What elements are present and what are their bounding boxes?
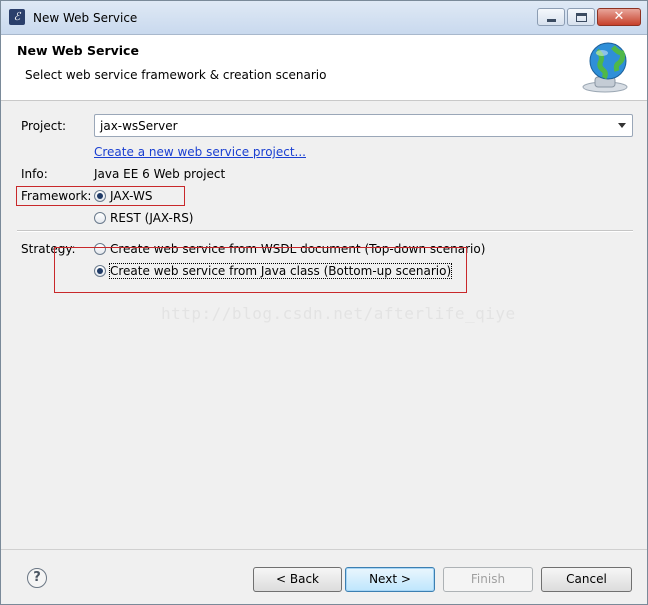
minimize-button[interactable] bbox=[537, 8, 565, 26]
wizard-banner: New Web Service Select web service frame… bbox=[1, 35, 647, 101]
new-web-service-dialog: ℰ New Web Service ✕ New Web Service Sele… bbox=[0, 0, 648, 605]
maximize-button[interactable] bbox=[567, 8, 595, 26]
title-bar[interactable]: ℰ New Web Service ✕ bbox=[1, 1, 647, 35]
minimize-icon bbox=[547, 19, 556, 22]
project-combo[interactable]: jax-wsServer bbox=[94, 114, 633, 137]
watermark-text: http://blog.csdn.net/afterlife_qiye bbox=[161, 304, 516, 323]
radio-unchecked-icon bbox=[94, 212, 106, 224]
finish-button[interactable]: Finish bbox=[443, 567, 533, 592]
section-divider bbox=[17, 230, 633, 232]
info-value: Java EE 6 Web project bbox=[94, 167, 226, 181]
back-button[interactable]: < Back bbox=[253, 567, 342, 592]
button-bar-divider bbox=[1, 549, 647, 550]
close-icon: ✕ bbox=[613, 9, 625, 24]
maximize-icon bbox=[576, 13, 587, 22]
cancel-button[interactable]: Cancel bbox=[541, 567, 632, 592]
web-service-globe-icon bbox=[582, 42, 628, 93]
project-combo-value: jax-wsServer bbox=[100, 119, 178, 133]
next-button[interactable]: Next > bbox=[345, 567, 435, 592]
strategy-highlight-box bbox=[54, 247, 467, 293]
window-controls: ✕ bbox=[537, 8, 641, 26]
help-icon[interactable]: ? bbox=[27, 568, 47, 588]
window-title: New Web Service bbox=[33, 11, 138, 25]
project-label: Project: bbox=[21, 119, 67, 133]
framework-option-rest[interactable]: REST (JAX-RS) bbox=[94, 211, 194, 225]
framework-highlight-box bbox=[16, 186, 185, 206]
create-web-service-project-link[interactable]: Create a new web service project... bbox=[94, 145, 306, 159]
framework-option-label: REST (JAX-RS) bbox=[110, 211, 194, 225]
eclipse-app-icon: ℰ bbox=[9, 9, 25, 25]
chevron-down-icon bbox=[618, 123, 626, 128]
close-button[interactable]: ✕ bbox=[597, 8, 641, 26]
wizard-page-title: New Web Service bbox=[17, 43, 139, 58]
info-label: Info: bbox=[21, 167, 48, 181]
wizard-page-description: Select web service framework & creation … bbox=[25, 68, 327, 82]
